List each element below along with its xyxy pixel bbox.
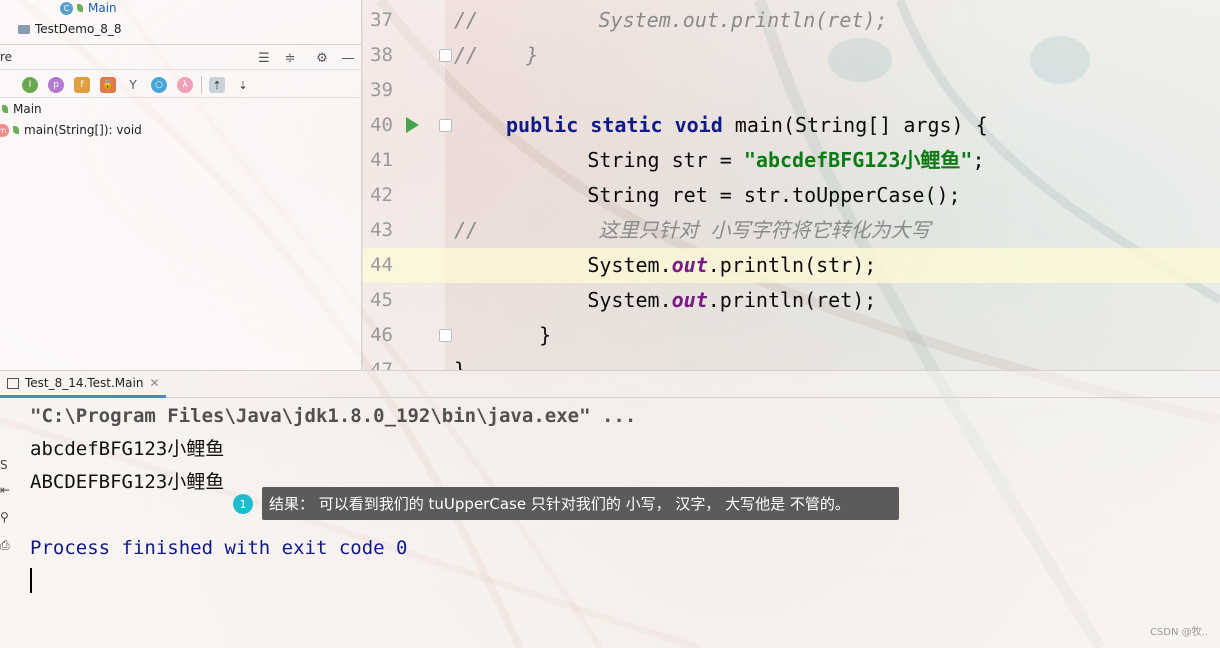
code-line[interactable]: 41 String str = "abcdefBFG123小鲤鱼"; [363, 143, 1220, 178]
leaf-icon [77, 4, 83, 12]
minimize-icon[interactable]: — [340, 50, 356, 66]
structure-title: re [0, 50, 13, 64]
code-text: System.out.println(ret); [491, 283, 876, 318]
code-post: ; [972, 148, 985, 172]
show-fields-icon[interactable]: f [74, 77, 90, 93]
structure-item-main[interactable]: Main [0, 99, 42, 119]
class-icon: C [60, 1, 73, 15]
show-non-public-icon[interactable]: 🔒 [100, 77, 116, 93]
structure-header: re ☰ ≑ ⚙ — [0, 44, 362, 70]
line-number: 39 [370, 79, 393, 101]
stop-icon[interactable]: ⇤ [0, 483, 10, 497]
show-properties-icon[interactable]: p [48, 77, 64, 93]
code-comment: // 这里只针对 小写字符将它转化为大写 [454, 218, 931, 242]
run-tab[interactable]: Test_8_14.Test.Main ✕ [0, 371, 166, 398]
run-tab-label: Test_8_14.Test.Main [25, 376, 144, 390]
annotation-badge: 1 [233, 494, 253, 514]
text-cursor [30, 568, 32, 593]
line-number: 42 [370, 184, 393, 206]
code-line[interactable]: 47 } [363, 353, 1220, 370]
code-pre: String str = [491, 148, 744, 172]
code-text: String ret = str.toUpperCase(); [491, 183, 961, 207]
line-number: 40 [370, 114, 393, 136]
code-line[interactable]: 37 // System.out.println(ret); [363, 3, 1220, 38]
close-icon[interactable]: ✕ [149, 376, 159, 390]
show-lambdas-tree-icon[interactable]: Y [125, 77, 141, 93]
code-line[interactable]: 46 } [363, 318, 1220, 353]
line-number: 47 [370, 359, 393, 370]
code-editor[interactable]: 37 // System.out.println(ret); 38 // } 3… [363, 0, 1220, 370]
structure-item-label: Main [13, 102, 42, 116]
line-number: 38 [370, 44, 393, 66]
code-pre: System. [491, 288, 672, 312]
string-literal: "abcdefBFG123小鲤鱼" [743, 148, 973, 172]
show-lambda-icon[interactable]: λ [177, 77, 193, 93]
collapse-all-icon[interactable]: ≑ [282, 50, 298, 66]
line-number: 43 [370, 219, 393, 241]
pin-icon[interactable]: ⚲ [0, 510, 9, 524]
folder-icon [18, 24, 30, 34]
code-post: .println(str); [707, 253, 877, 277]
show-inherited-icon[interactable]: I [22, 77, 38, 93]
toolbar-divider [201, 76, 202, 94]
code-text: String str = "abcdefBFG123小鲤鱼"; [491, 143, 985, 178]
console-command: "C:\Program Files\Java\jdk1.8.0_192\bin\… [30, 405, 637, 427]
code-line-current[interactable]: 44 System.out.println(str); [363, 248, 1220, 283]
code-line[interactable]: 38 // } [363, 38, 1220, 73]
line-number: 44 [370, 254, 393, 276]
code-pre: System. [491, 253, 672, 277]
tree-item-label: TestDemo_8_8 [35, 22, 122, 36]
tree-item-label: Main [88, 1, 117, 15]
code-line[interactable]: 45 System.out.println(ret); [363, 283, 1220, 318]
rerun-icon[interactable]: S [0, 458, 8, 472]
code-line[interactable]: 39 [363, 73, 1220, 108]
fold-icon[interactable] [439, 119, 452, 132]
tree-item-folder[interactable]: TestDemo_8_8 [18, 19, 122, 39]
console-exit-message: Process finished with exit code 0 [30, 537, 408, 559]
code-text: } [491, 323, 552, 347]
code-text: System.out.println(str); [491, 248, 876, 283]
method-icon: m [0, 123, 9, 137]
line-number: 45 [370, 289, 393, 311]
code-line[interactable]: 43 // 这里只针对 小写字符将它转化为大写 [363, 213, 1220, 248]
watermark: CSDN @牧.. [1149, 627, 1208, 638]
run-side-toolbar: S ⇤ ⚲ ⎙ [0, 398, 14, 648]
code-line[interactable]: 42 String ret = str.toUpperCase(); [363, 178, 1220, 213]
console-output-line: ABCDEFBFG123小鲤鱼 [30, 471, 225, 493]
console-icon [7, 377, 19, 389]
code-text: } [454, 358, 467, 370]
show-anonymous-icon[interactable]: ○ [151, 77, 167, 93]
run-tab-bar: Test_8_14.Test.Main ✕ [0, 371, 1220, 398]
line-number: 37 [370, 9, 393, 31]
run-icon[interactable] [406, 117, 419, 133]
code-line[interactable]: 40 public static void main(String[] args… [363, 108, 1220, 143]
line-number: 46 [370, 324, 393, 346]
leaf-icon [2, 105, 8, 113]
fold-icon[interactable] [439, 49, 452, 62]
structure-item-label: main(String[]): void [24, 123, 142, 137]
leaf-icon [13, 126, 19, 134]
print-icon[interactable]: ⎙ [0, 538, 10, 553]
code-text: public static void main(String[] args) { [506, 108, 988, 143]
console-output-line: abcdefBFG123小鲤鱼 [30, 438, 225, 460]
structure-toolbar: I p f 🔒 Y ○ λ ⇡ ⇣ [0, 72, 362, 98]
project-structure-panel: C Main TestDemo_8_8 re ☰ ≑ ⚙ — I p f 🔒 Y… [0, 0, 362, 370]
code-text: // System.out.println(ret); [454, 8, 888, 32]
code-post: .println(ret); [707, 288, 877, 312]
expand-all-icon[interactable]: ☰ [256, 50, 272, 66]
code-text: // } [454, 43, 539, 67]
line-number: 41 [370, 149, 393, 171]
fold-icon[interactable] [439, 329, 452, 342]
annotation-note: 结果： 可以看到我们的 tuUpperCase 只针对我们的 小写， 汉字， 大… [262, 487, 899, 520]
autoscroll-to-source-icon[interactable]: ⇡ [209, 77, 225, 93]
autoscroll-from-source-icon[interactable]: ⇣ [235, 77, 251, 93]
static-field: out [671, 253, 708, 277]
tree-item-main[interactable]: C Main [60, 0, 117, 18]
gear-icon[interactable]: ⚙ [314, 50, 330, 66]
structure-item-method[interactable]: m main(String[]): void [0, 120, 142, 140]
keywords: public static void [506, 113, 723, 137]
code-rest: main(String[] args) { [722, 113, 988, 137]
static-field: out [671, 288, 708, 312]
